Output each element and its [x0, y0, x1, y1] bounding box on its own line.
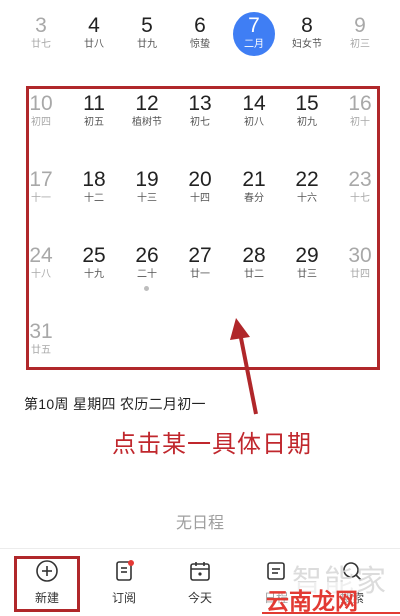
- tab-today[interactable]: 今天: [170, 559, 230, 606]
- annotation-new-highlight-box: [14, 556, 80, 612]
- tab-subscribe[interactable]: 订阅: [94, 559, 154, 606]
- selected-date-info: 第10周 星期四 农历二月初一: [24, 396, 206, 412]
- subscribe-document-icon: [116, 560, 134, 581]
- tab-today-label: 今天: [187, 591, 212, 605]
- tab-subscribe-label: 订阅: [111, 591, 136, 605]
- calendar-icon: [190, 562, 210, 581]
- watermark-main-text: 云南龙网: [266, 582, 358, 616]
- annotation-caption: 点击某一具体日期: [112, 431, 312, 458]
- empty-schedule-text: 无日程: [175, 515, 224, 532]
- watermark-logo: 智能家 云南龙网: [262, 556, 400, 616]
